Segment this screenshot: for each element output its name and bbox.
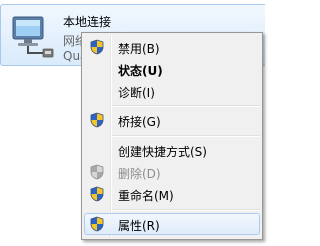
- menu-item-bridge[interactable]: 桥接(G): [84, 109, 260, 131]
- adapter-name: 本地连接: [63, 15, 112, 29]
- menu-item-label: 创建快捷方式(S): [118, 145, 207, 159]
- menu-item-label: 重命名(M): [118, 189, 174, 203]
- menu-item-label: 属性(R): [118, 219, 160, 233]
- menu-item-label: 禁用(B): [118, 42, 160, 56]
- menu-item-disable[interactable]: 禁用(B): [84, 36, 260, 58]
- uac-shield-icon: [90, 112, 104, 128]
- menu-item-diagnose[interactable]: 诊断(I): [84, 80, 260, 102]
- network-adapter-icon: [12, 16, 54, 58]
- menu-item-status[interactable]: 状态(U): [84, 58, 260, 80]
- menu-item-delete: 删除(D): [84, 161, 260, 183]
- uac-shield-icon: [90, 186, 104, 202]
- menu-item-label: 状态(U): [118, 64, 163, 78]
- menu-item-create-shortcut[interactable]: 创建快捷方式(S): [84, 139, 260, 161]
- menu-separator: [112, 135, 260, 137]
- menu-item-rename[interactable]: 重命名(M): [84, 183, 260, 205]
- context-menu: 禁用(B) 状态(U) 诊断(I) 桥接(G) 创建快捷方式(S) 删除(D): [81, 32, 263, 240]
- uac-shield-icon: [90, 39, 104, 55]
- menu-item-properties[interactable]: 属性(R): [84, 213, 260, 235]
- uac-shield-icon: [90, 216, 104, 232]
- menu-item-label: 删除(D): [118, 167, 161, 181]
- menu-separator: [112, 209, 260, 211]
- menu-item-label: 诊断(I): [118, 86, 155, 100]
- menu-item-label: 桥接(G): [118, 115, 161, 129]
- uac-shield-icon: [90, 164, 104, 180]
- menu-separator: [112, 105, 260, 107]
